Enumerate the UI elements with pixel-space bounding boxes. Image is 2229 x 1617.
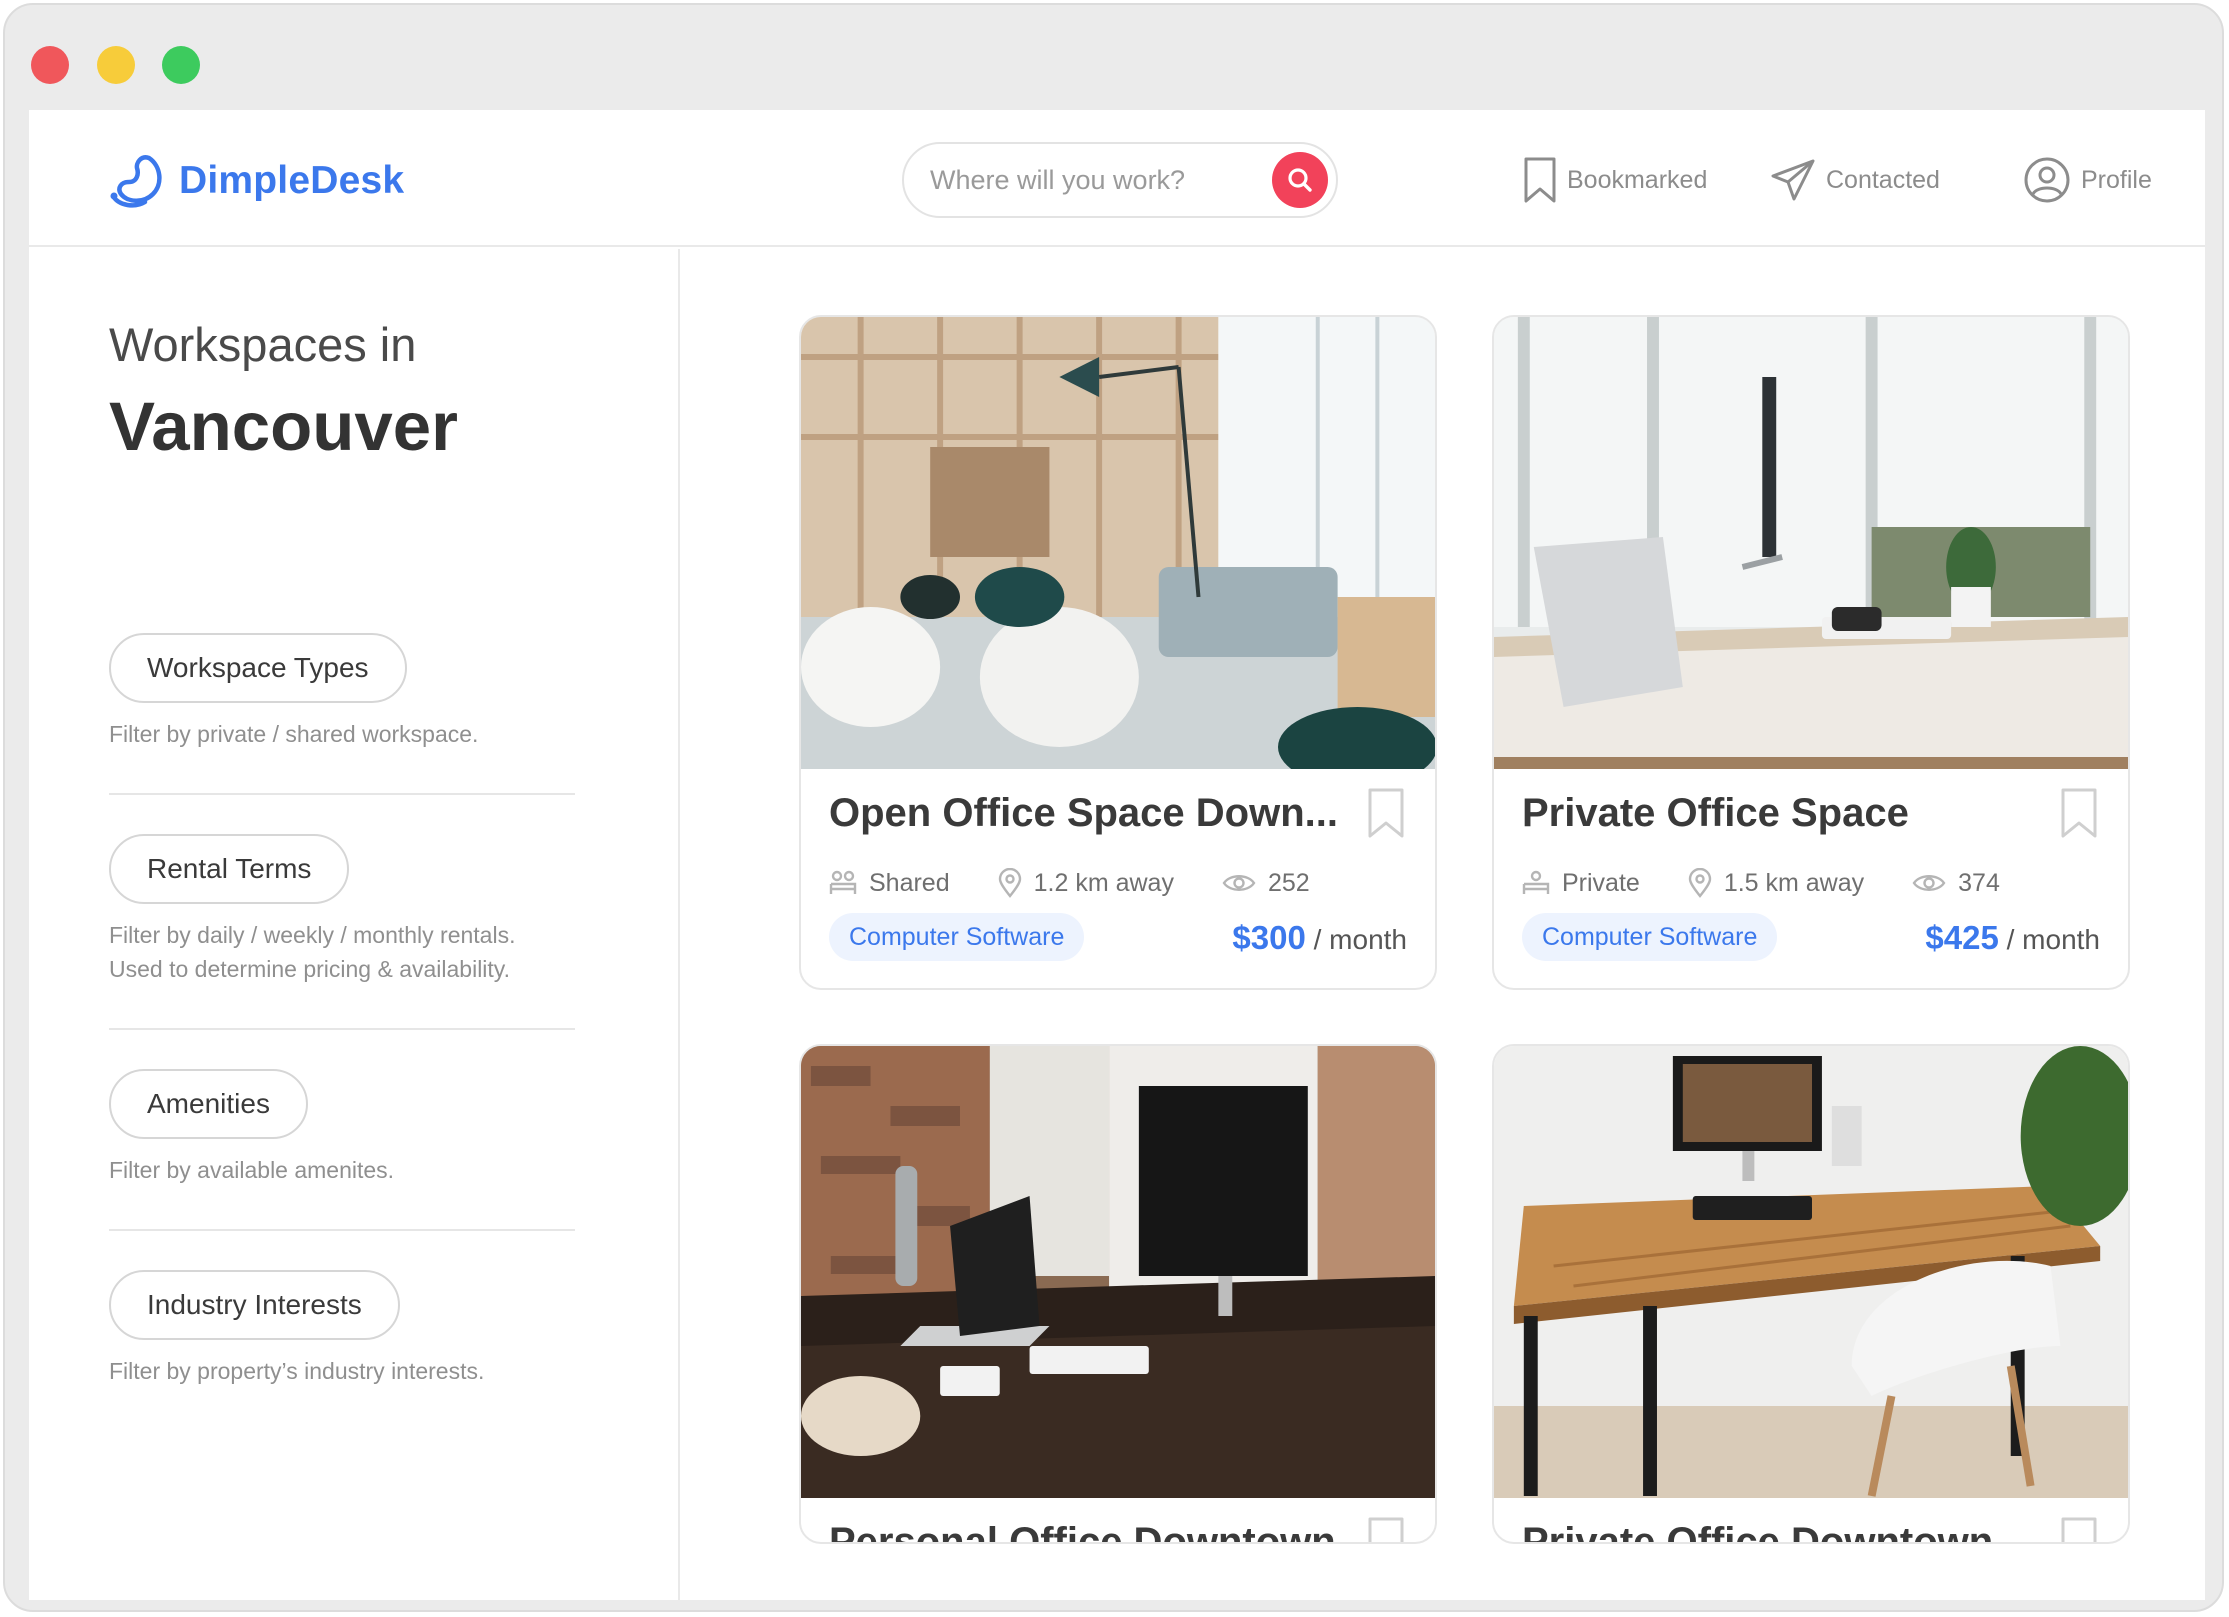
dimple-logo-icon — [110, 155, 162, 208]
brand-name: DimpleDesk — [179, 159, 405, 202]
listing-distance-label: 1.2 km away — [1033, 868, 1174, 897]
industry-tag[interactable]: Computer Software — [1522, 913, 1778, 961]
price-period: / month — [2006, 924, 2100, 955]
person-icon — [1522, 870, 1550, 894]
listing-views: 252 — [1222, 869, 1310, 898]
listing-meta: Shared 1.2 km away 252 — [829, 863, 1358, 903]
top-header: DimpleDesk Bookmarked — [29, 110, 2205, 247]
nav-contacted-label: Contacted — [1826, 165, 1940, 194]
listing-card[interactable]: Personal Office Downtown — [799, 1044, 1437, 1544]
listing-title[interactable]: Personal Office Downtown — [829, 1520, 1339, 1542]
eye-icon — [1912, 875, 1946, 891]
price-amount: $425 — [1925, 919, 1999, 956]
listing-distance: 1.5 km away — [1688, 868, 1864, 898]
listing-type: Shared — [829, 869, 950, 898]
browser-frame: DimpleDesk Bookmarked — [3, 3, 2224, 1612]
bookmark-icon — [1524, 157, 1556, 203]
location-pin-icon — [998, 868, 1021, 898]
listing-type: Private — [1522, 869, 1640, 898]
app-window: DimpleDesk Bookmarked — [29, 110, 2205, 1600]
listing-title[interactable]: Private Office Space — [1522, 791, 2032, 836]
listing-photo[interactable] — [1494, 317, 2128, 769]
divider — [109, 793, 575, 795]
search-icon — [1288, 168, 1312, 192]
price-amount: $300 — [1232, 919, 1306, 956]
listing-meta: Private 1.5 km away 374 — [1522, 863, 2048, 903]
nav-contacted[interactable]: Contacted — [1770, 154, 1940, 206]
page-title-prefix: Workspaces in — [109, 318, 417, 371]
filter-rental-terms: Rental Terms Filter by daily / weekly / … — [109, 834, 575, 986]
filter-description: Filter by property’s industry interests. — [109, 1358, 485, 1384]
listing-card[interactable]: Private Office Downtown... — [1492, 1044, 2130, 1544]
amenities-button[interactable]: Amenities — [109, 1069, 308, 1139]
listing-distance: 1.2 km away — [998, 868, 1174, 898]
page-title-city: Vancouver — [109, 388, 459, 465]
listing-type-label: Shared — [869, 868, 950, 897]
listing-price: $425 / month — [1925, 919, 2100, 957]
rental-terms-button[interactable]: Rental Terms — [109, 834, 350, 904]
minimize-window-button[interactable] — [97, 46, 135, 84]
listing-type-label: Private — [1562, 868, 1640, 897]
search-input[interactable] — [930, 160, 1250, 200]
listing-distance-label: 1.5 km away — [1723, 868, 1865, 897]
bookmark-icon[interactable] — [2060, 1516, 2098, 1544]
nav-profile-label: Profile — [2081, 165, 2152, 194]
listing-photo[interactable] — [801, 1046, 1435, 1498]
listing-title[interactable]: Open Office Space Down... — [829, 791, 1339, 836]
close-window-button[interactable] — [31, 46, 69, 84]
nav-bookmarked-label: Bookmarked — [1567, 165, 1708, 194]
listing-views-count: 252 — [1267, 868, 1310, 897]
search-button[interactable] — [1272, 152, 1328, 208]
listing-photo[interactable] — [1494, 1046, 2128, 1498]
paper-plane-icon — [1771, 159, 1815, 201]
bookmark-icon[interactable] — [1367, 787, 1405, 839]
workspace-types-button[interactable]: Workspace Types — [109, 633, 407, 703]
maximize-window-button[interactable] — [162, 46, 200, 84]
listing-views-count: 374 — [1958, 868, 2000, 897]
filter-industry-interests: Industry Interests Filter by property’s … — [109, 1270, 575, 1388]
filter-description: Filter by available amenites. — [109, 1157, 395, 1183]
bookmark-icon[interactable] — [1367, 1516, 1405, 1544]
filter-description: Filter by daily / weekly / monthly renta… — [109, 922, 516, 982]
location-pin-icon — [1688, 868, 1712, 898]
listing-title[interactable]: Private Office Downtown... — [1522, 1520, 2032, 1542]
brand-logo[interactable]: DimpleDesk — [109, 152, 404, 210]
divider — [109, 1028, 575, 1030]
price-period: / month — [1313, 924, 1407, 955]
user-circle-icon — [2024, 157, 2070, 203]
listing-card[interactable]: Private Office Space Private 1.5 km away… — [1492, 315, 2130, 990]
nav-profile[interactable]: Profile — [2023, 154, 2152, 206]
nav-bookmarked[interactable]: Bookmarked — [1523, 154, 1707, 206]
bookmark-icon[interactable] — [2060, 787, 2098, 839]
search-bar — [902, 142, 1338, 218]
industry-tag[interactable]: Computer Software — [829, 913, 1085, 961]
listing-price: $300 / month — [1232, 919, 1407, 957]
filter-sidebar: Workspaces in Vancouver Workspace Types … — [29, 249, 680, 1600]
filter-amenities: Amenities Filter by available amenites. — [109, 1069, 575, 1187]
people-icon — [829, 870, 857, 894]
filter-workspace-types: Workspace Types Filter by private / shar… — [109, 633, 575, 751]
divider — [109, 1229, 575, 1231]
eye-icon — [1222, 875, 1256, 891]
filter-description: Filter by private / shared workspace. — [109, 721, 479, 747]
listing-views: 374 — [1912, 869, 2000, 898]
listing-card[interactable]: Open Office Space Down... Shared 1.2 km … — [799, 315, 1437, 990]
listing-photo[interactable] — [801, 317, 1435, 769]
industry-interests-button[interactable]: Industry Interests — [109, 1270, 400, 1340]
